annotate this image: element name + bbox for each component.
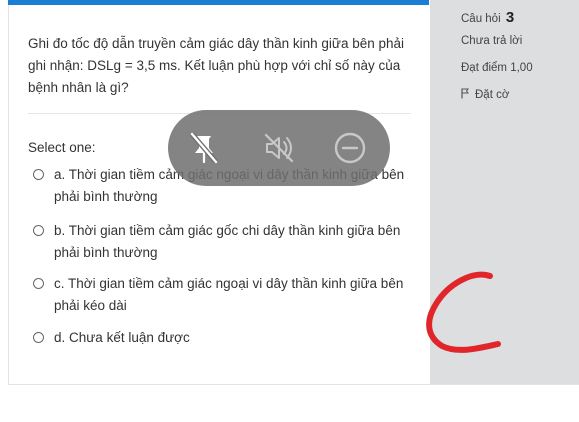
answer-status: Chưa trả lời xyxy=(461,35,523,47)
question-number: Câu hỏi 3 xyxy=(461,9,514,26)
radio-button[interactable] xyxy=(33,332,44,343)
question-label: Câu hỏi xyxy=(461,13,501,25)
minus-circle-icon[interactable] xyxy=(330,128,370,168)
radio-button[interactable] xyxy=(33,278,44,289)
answer-option-label: b. Thời gian tiềm cảm giác gốc chi dây t… xyxy=(54,223,401,260)
answer-option-d[interactable]: d. Chưa kết luận được xyxy=(33,327,418,349)
accent-bar xyxy=(8,0,429,5)
flag-question-link[interactable]: Đặt cờ xyxy=(461,88,509,101)
question-number-value: 3 xyxy=(505,9,515,26)
answer-option-label: c. Thời gian tiềm cảm giác ngoại vi dây … xyxy=(54,276,404,313)
touch-off-icon[interactable] xyxy=(184,128,224,168)
red-scribble-annotation xyxy=(426,271,501,353)
radio-button[interactable] xyxy=(33,225,44,236)
flag-icon xyxy=(461,88,469,99)
floating-control-bar xyxy=(168,110,390,186)
flag-label: Đặt cờ xyxy=(475,89,510,101)
answer-option-c[interactable]: c. Thời gian tiềm cảm giác ngoại vi dây … xyxy=(33,273,418,317)
sound-off-icon[interactable] xyxy=(259,128,299,168)
question-text: Ghi đo tốc độ dẫn truyền cảm giác dây th… xyxy=(28,36,405,95)
answer-option-label: d. Chưa kết luận được xyxy=(54,330,190,345)
answer-option-b[interactable]: b. Thời gian tiềm cảm giác gốc chi dây t… xyxy=(33,220,418,264)
question-grade: Đạt điểm 1,00 xyxy=(461,62,533,74)
select-one-label: Select one: xyxy=(28,140,96,155)
radio-button[interactable] xyxy=(33,169,44,180)
